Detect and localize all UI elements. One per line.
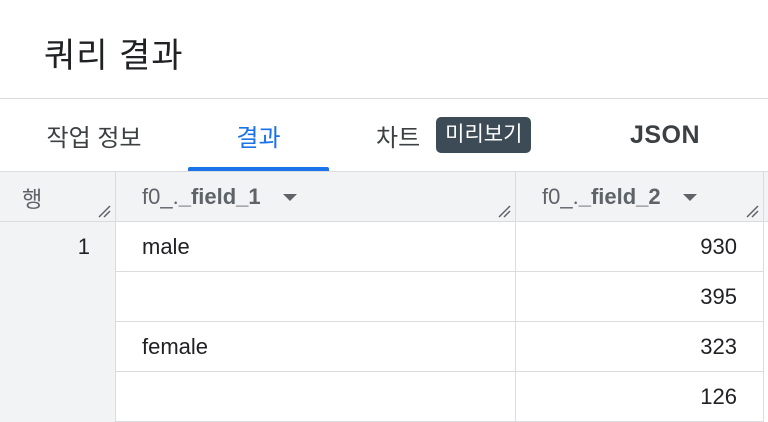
row-number-header-label: 행: [22, 187, 43, 212]
table-header: 행 f0_. _field_1 f0_. _field_2: [0, 172, 768, 222]
column-header-field-2-prefix: f0_.: [542, 184, 579, 209]
column-header-field-2-name: _field_2: [578, 184, 661, 209]
sort-menu-icon[interactable]: [682, 193, 697, 201]
row-number: 1: [77, 234, 90, 259]
table-row: female 323: [0, 322, 768, 372]
column-header-field-2[interactable]: f0_. _field_2: [516, 172, 764, 222]
table-row: 395: [0, 272, 768, 322]
resize-handle-icon[interactable]: [97, 204, 111, 218]
table-cell[interactable]: 323: [516, 322, 764, 372]
tab-results[interactable]: 결과: [188, 99, 329, 171]
resize-handle-icon[interactable]: [745, 204, 759, 218]
tab-chart-label: 차트: [376, 124, 421, 152]
column-header-field-1-name: _field_1: [178, 184, 261, 209]
resize-handle-icon[interactable]: [497, 204, 511, 218]
table-row: 126: [0, 372, 768, 422]
tab-job-info-label: 작업 정보: [46, 124, 142, 152]
tab-chart[interactable]: 차트 미리보기: [340, 99, 550, 171]
table-row: 1 male 930: [0, 222, 768, 272]
row-number: [0, 372, 116, 422]
row-number: [0, 322, 116, 372]
column-header-field-1-prefix: f0_.: [142, 184, 179, 209]
page-title: 쿼리 결과: [44, 37, 184, 75]
row-number: [0, 272, 116, 322]
results-tabs: 작업 정보 결과 차트 미리보기 JSON: [0, 99, 768, 171]
table-cell[interactable]: 395: [516, 272, 764, 322]
tab-results-label: 결과: [236, 124, 281, 152]
table-cell[interactable]: [116, 272, 516, 322]
row-number-header: 행: [0, 172, 116, 222]
table-cell[interactable]: male: [116, 222, 516, 272]
table-cell[interactable]: [116, 372, 516, 422]
preview-badge: 미리보기: [436, 117, 532, 153]
tab-job-info[interactable]: 작업 정보: [8, 99, 180, 171]
table-cell[interactable]: female: [116, 322, 516, 372]
tab-json[interactable]: JSON: [590, 99, 740, 171]
column-header-field-1[interactable]: f0_. _field_1: [116, 172, 516, 222]
tab-json-label: JSON: [629, 120, 701, 149]
table-cell[interactable]: 930: [516, 222, 764, 272]
table-cell[interactable]: 126: [516, 372, 764, 422]
sort-menu-icon[interactable]: [282, 193, 297, 201]
results-table: 행 f0_._field_1 f0_._field_2 1 male 930: [0, 172, 768, 422]
